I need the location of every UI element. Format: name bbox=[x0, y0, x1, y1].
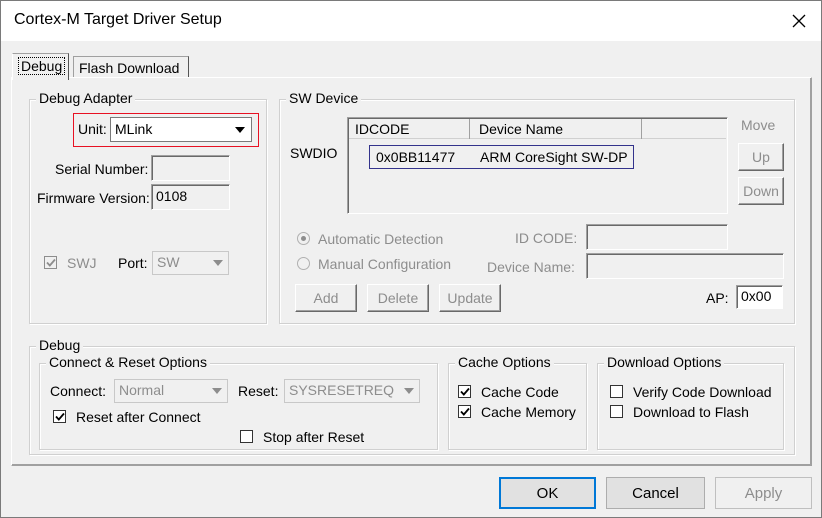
group-title: Debug Adapter bbox=[36, 90, 136, 106]
title-bar: Cortex-M Target Driver Setup bbox=[1, 1, 821, 41]
firmware-version-value: 0108 bbox=[156, 188, 188, 204]
row-device-name: ARM CoreSight SW-DP bbox=[480, 149, 628, 165]
column-header-idcode[interactable]: IDCODE bbox=[349, 119, 470, 139]
swdio-label: SWDIO bbox=[290, 145, 338, 161]
cancel-button[interactable]: Cancel bbox=[606, 477, 705, 509]
reset-after-connect-checkbox[interactable] bbox=[53, 410, 66, 423]
chevron-down-icon bbox=[209, 254, 226, 272]
row-idcode: 0x0BB11477 bbox=[376, 149, 456, 165]
device-list-header: IDCODE Device Name bbox=[349, 119, 726, 139]
dialog-window: Cortex-M Target Driver Setup Debug Flash… bbox=[0, 0, 822, 518]
reset-after-connect-label: Reset after Connect bbox=[76, 409, 201, 425]
cache-memory-checkbox[interactable] bbox=[458, 405, 471, 418]
group-title: Connect & Reset Options bbox=[46, 354, 210, 370]
download-to-flash-checkbox[interactable] bbox=[610, 405, 623, 418]
swj-checkbox[interactable] bbox=[44, 256, 57, 269]
tab-flash-download[interactable]: Flash Download bbox=[73, 56, 189, 78]
tab-label: Debug bbox=[18, 57, 66, 75]
update-button[interactable]: Update bbox=[439, 284, 501, 312]
reset-select-value: SYSRESETREQ bbox=[289, 382, 395, 398]
close-icon bbox=[792, 14, 806, 28]
group-title: Download Options bbox=[604, 354, 725, 370]
chevron-down-icon bbox=[208, 382, 225, 400]
ap-value: 0x00 bbox=[741, 288, 772, 304]
automatic-detection-radio[interactable] bbox=[297, 232, 310, 245]
ap-label: AP: bbox=[706, 290, 729, 306]
connect-reset-group: Connect & Reset Options bbox=[39, 354, 438, 450]
checkmark-icon bbox=[54, 412, 65, 421]
group-title: Cache Options bbox=[455, 354, 554, 370]
tab-label: Flash Download bbox=[79, 60, 180, 76]
download-to-flash-label: Download to Flash bbox=[633, 404, 749, 420]
move-label: Move bbox=[741, 117, 776, 133]
manual-configuration-label: Manual Configuration bbox=[318, 256, 452, 272]
chevron-down-icon bbox=[231, 120, 249, 139]
column-header-device-name[interactable]: Device Name bbox=[470, 119, 642, 139]
move-down-button[interactable]: Down bbox=[738, 177, 784, 205]
connect-label: Connect: bbox=[50, 383, 107, 399]
manual-configuration-radio[interactable] bbox=[297, 257, 310, 270]
verify-code-download-label: Verify Code Download bbox=[633, 384, 772, 400]
cache-memory-label: Cache Memory bbox=[481, 404, 576, 420]
ap-field[interactable]: 0x00 bbox=[736, 285, 783, 309]
chevron-down-icon bbox=[400, 382, 417, 400]
window-title: Cortex-M Target Driver Setup bbox=[14, 11, 222, 28]
port-select[interactable]: SW bbox=[152, 251, 229, 275]
device-name-label: Device Name: bbox=[487, 259, 575, 275]
close-button[interactable] bbox=[777, 1, 821, 41]
firmware-version-field: 0108 bbox=[151, 184, 230, 210]
ok-button[interactable]: OK bbox=[499, 477, 596, 509]
automatic-detection-label: Automatic Detection bbox=[318, 231, 444, 247]
verify-code-download-checkbox[interactable] bbox=[610, 385, 623, 398]
connect-select[interactable]: Normal bbox=[114, 379, 228, 403]
group-title: SW Device bbox=[286, 90, 362, 106]
connect-select-value: Normal bbox=[119, 382, 165, 398]
apply-button[interactable]: Apply bbox=[715, 477, 812, 509]
id-code-field[interactable] bbox=[586, 224, 728, 250]
device-name-field[interactable] bbox=[586, 253, 784, 279]
swj-label: SWJ bbox=[67, 255, 97, 271]
port-select-value: SW bbox=[157, 254, 180, 270]
reset-label: Reset: bbox=[238, 383, 279, 399]
firmware-version-label: Firmware Version: bbox=[37, 190, 150, 206]
cache-code-checkbox[interactable] bbox=[458, 385, 471, 398]
group-title: Debug bbox=[36, 337, 84, 353]
serial-number-label: Serial Number: bbox=[55, 161, 149, 177]
unit-select[interactable]: MLink bbox=[110, 117, 252, 142]
move-up-button[interactable]: Up bbox=[738, 143, 784, 171]
tab-debug[interactable]: Debug bbox=[12, 53, 69, 80]
checkmark-icon bbox=[459, 407, 470, 416]
add-button[interactable]: Add bbox=[295, 284, 357, 312]
checkmark-icon bbox=[459, 387, 470, 396]
checkmark-icon bbox=[45, 258, 56, 267]
stop-after-reset-checkbox[interactable] bbox=[240, 430, 253, 443]
reset-select[interactable]: SYSRESETREQ bbox=[284, 379, 420, 403]
unit-label: Unit: bbox=[78, 121, 107, 137]
device-list[interactable]: IDCODE Device Name 0x0BB11477 ARM CoreSi… bbox=[347, 117, 728, 214]
id-code-label: ID CODE: bbox=[515, 230, 578, 246]
table-row[interactable]: 0x0BB11477 ARM CoreSight SW-DP bbox=[369, 145, 634, 169]
serial-number-field bbox=[151, 155, 230, 181]
stop-after-reset-label: Stop after Reset bbox=[263, 429, 365, 445]
port-label: Port: bbox=[118, 255, 148, 271]
delete-button[interactable]: Delete bbox=[367, 284, 429, 312]
unit-select-value: MLink bbox=[115, 121, 153, 137]
cache-code-label: Cache Code bbox=[481, 384, 559, 400]
